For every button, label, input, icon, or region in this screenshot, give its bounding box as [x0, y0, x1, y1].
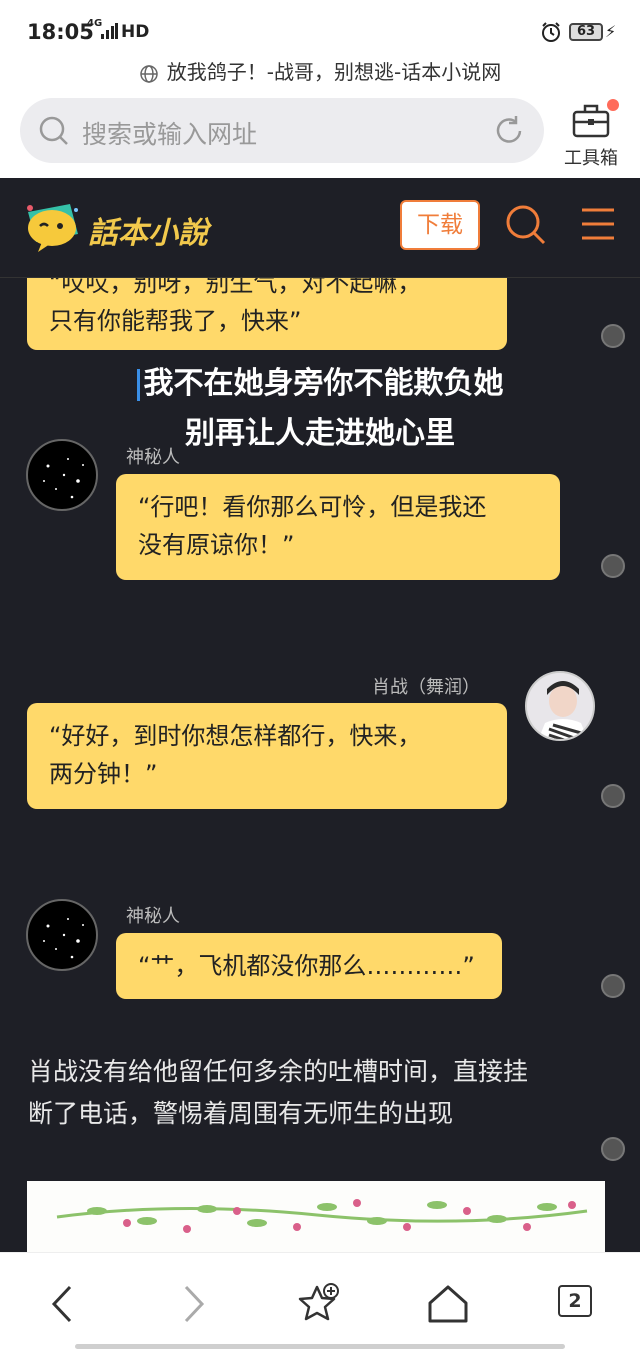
- narration-line: 断了电话，警惕着周围有无师生的出现: [28, 1099, 454, 1128]
- home-icon: [428, 1285, 468, 1323]
- avatar: [525, 671, 595, 741]
- lyric-line: 我不在她身旁你不能欺负她: [0, 358, 640, 402]
- chat-bubble: “好好，到时你想怎样都行，快来， 两分钟！”: [27, 703, 507, 809]
- signal-icon: [101, 23, 118, 39]
- logo-icon[interactable]: [22, 200, 82, 256]
- lyric-line: 别再让人走进她心里: [185, 416, 455, 451]
- address-placeholder: 搜索或输入网址: [82, 120, 258, 149]
- sender-name: 神秘人: [126, 906, 180, 927]
- bottom-nav: [0, 1252, 640, 1351]
- download-button[interactable]: 下载: [400, 200, 480, 250]
- alarm-icon: [542, 22, 560, 42]
- reload-icon[interactable]: [492, 114, 526, 148]
- chat-bubble: “哎哎，别呀，别生气，对不起嘛， 只有你能帮我了，快来”: [27, 278, 507, 350]
- hd-indicator: HD: [121, 22, 150, 42]
- scroll-marker[interactable]: [601, 324, 625, 348]
- sender-name: 肖战（舞润）: [372, 677, 480, 698]
- page-title: 放我鸽子！-战哥，别想逃-话本小说网: [0, 56, 640, 86]
- battery-indicator: 63: [569, 23, 603, 41]
- sender-name: 神秘人: [126, 447, 180, 468]
- page-title-text: 放我鸽子！-战哥，别想逃-话本小说网: [166, 60, 502, 84]
- address-bar[interactable]: 搜索或输入网址: [20, 98, 544, 163]
- scroll-marker[interactable]: [601, 784, 625, 808]
- lyric-text-1: 我不在她身旁你不能欺负她: [143, 366, 504, 401]
- toolbox-button[interactable]: 工具箱: [556, 96, 626, 170]
- menu-icon[interactable]: [580, 206, 616, 242]
- status-time: 18:05: [27, 20, 94, 44]
- avatar: [26, 439, 98, 511]
- home-indicator[interactable]: [75, 1344, 565, 1349]
- text-cursor: [136, 368, 140, 401]
- globe-icon: [140, 64, 158, 83]
- portrait-image: [527, 673, 593, 739]
- bubble-line: “行吧！看你那么可怜，但是我还: [138, 493, 487, 521]
- notification-dot: [607, 99, 619, 111]
- chevron-left-icon: [51, 1285, 72, 1323]
- home-button[interactable]: [423, 1279, 473, 1329]
- toolbox-label: 工具箱: [564, 148, 618, 169]
- floral-vine-image: [56, 1199, 588, 1233]
- bubble-line: 两分钟！”: [49, 760, 158, 788]
- scroll-marker[interactable]: [601, 1137, 625, 1161]
- scroll-marker[interactable]: [601, 974, 625, 998]
- bubble-line: “艹，飞机都没你那么…………”: [138, 952, 475, 980]
- chapter-content: “哎哎，别呀，别生气，对不起嘛， 只有你能帮我了，快来” 我不在她身旁你不能欺负…: [0, 278, 640, 1252]
- toolbox-icon: [572, 104, 610, 138]
- forward-button[interactable]: [168, 1279, 218, 1329]
- starfield-image: [43, 458, 84, 499]
- star-plus-icon: [298, 1283, 339, 1321]
- tabs-button[interactable]: 2: [558, 1285, 592, 1317]
- chat-bubble: “艹，飞机都没你那么…………”: [116, 933, 502, 999]
- floral-divider-image: [27, 1181, 605, 1252]
- scroll-marker[interactable]: [601, 554, 625, 578]
- status-bar: 18:05 4G HD 63 ⚡: [0, 0, 640, 62]
- site-search-icon[interactable]: [503, 202, 547, 246]
- site-header: 話本小說 下载: [0, 178, 640, 278]
- bookmark-button[interactable]: [295, 1279, 345, 1329]
- charging-icon: ⚡: [605, 22, 617, 41]
- narration-line: 肖战没有给他留任何多余的吐槽时间，直接挂: [28, 1057, 529, 1086]
- chevron-right-icon: [184, 1285, 205, 1323]
- bubble-line: 只有你能帮我了，快来”: [49, 307, 302, 335]
- back-button[interactable]: [40, 1279, 90, 1329]
- search-icon: [39, 116, 68, 145]
- avatar: [26, 899, 98, 971]
- bubble-line: “好好，到时你想怎样都行，快来，: [49, 722, 422, 750]
- narration-paragraph: 肖战没有给他留任何多余的吐槽时间，直接挂 断了电话，警惕着周围有无师生的出现: [28, 1051, 598, 1135]
- chat-bubble: “行吧！看你那么可怜，但是我还 没有原谅你！”: [116, 474, 560, 580]
- bubble-line: “哎哎，别呀，别生气，对不起嘛，: [49, 278, 422, 297]
- logo-text[interactable]: 話本小說: [88, 208, 208, 252]
- starfield-image: [43, 918, 84, 959]
- bubble-line: 没有原谅你！”: [138, 531, 295, 559]
